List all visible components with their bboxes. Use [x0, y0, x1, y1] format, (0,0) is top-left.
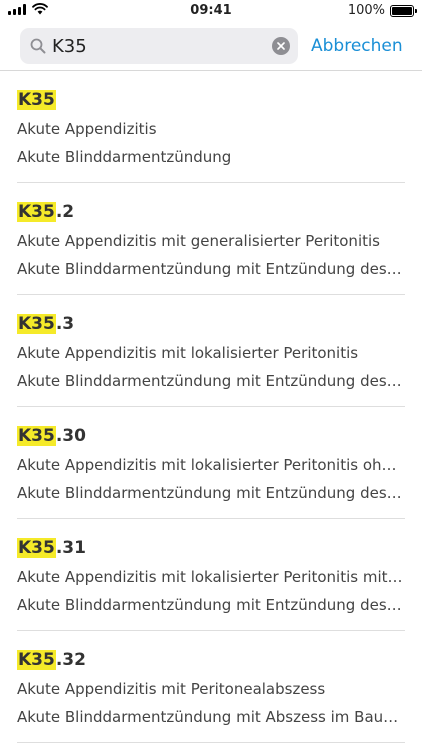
code-suffix: .3	[55, 314, 75, 334]
list-item[interactable]: K35 Akute Appendizitis Akute Blinddarmen…	[17, 71, 405, 183]
close-icon	[277, 42, 285, 50]
code-highlight: K35	[17, 202, 56, 222]
code-suffix: .32	[55, 650, 86, 670]
result-code: K35	[17, 89, 405, 111]
result-subtitle: Akute Blinddarmentzündung mit Entzündung…	[17, 596, 405, 614]
result-title: Akute Appendizitis mit lokalisierter Per…	[17, 456, 405, 474]
result-code: K35.30	[17, 425, 405, 447]
result-subtitle: Akute Blinddarmentzündung	[17, 148, 232, 166]
search-bar: Abbrechen	[0, 22, 422, 70]
code-suffix: .31	[55, 538, 86, 558]
code-highlight: K35	[17, 314, 56, 334]
status-right: 100%	[347, 3, 417, 18]
code-highlight: K35	[17, 90, 56, 110]
search-field[interactable]	[20, 28, 298, 64]
code-highlight: K35	[17, 426, 56, 446]
code-highlight: K35	[17, 538, 56, 558]
result-title: Akute Appendizitis mit generalisierter P…	[17, 232, 380, 250]
results-list: K35 Akute Appendizitis Akute Blinddarmen…	[0, 71, 422, 743]
result-subtitle: Akute Blinddarmentzündung mit Abszess im…	[17, 708, 405, 726]
result-code: K35.2	[17, 201, 405, 223]
list-item[interactable]: K35.30 Akute Appendizitis mit lokalisier…	[17, 407, 405, 519]
result-title: Akute Appendizitis	[17, 120, 157, 138]
result-code: K35.31	[17, 537, 405, 559]
code-suffix: .2	[55, 202, 75, 222]
code-suffix: .30	[55, 426, 86, 446]
result-title: Akute Appendizitis mit lokalisierter Per…	[17, 344, 359, 362]
code-highlight: K35	[17, 650, 56, 670]
list-item[interactable]: K35.2 Akute Appendizitis mit generalisie…	[17, 183, 405, 295]
result-code: K35.32	[17, 649, 405, 671]
result-title: Akute Appendizitis mit lokalisierter Per…	[17, 568, 405, 586]
list-item[interactable]: K35.31 Akute Appendizitis mit lokalisier…	[17, 519, 405, 631]
list-item[interactable]: K35.32 Akute Appendizitis mit Peritoneal…	[17, 631, 405, 743]
status-bar: 09:41 100%	[0, 0, 422, 22]
clear-search-button[interactable]	[272, 37, 290, 55]
search-icon	[28, 36, 48, 56]
battery-percent: 100%	[347, 3, 385, 18]
result-subtitle: Akute Blinddarmentzündung mit Entzündung…	[17, 372, 405, 390]
result-title: Akute Appendizitis mit Peritonealabszess	[17, 680, 326, 698]
search-input[interactable]	[52, 35, 272, 57]
result-subtitle: Akute Blinddarmentzündung mit Entzündung…	[17, 260, 405, 278]
result-subtitle: Akute Blinddarmentzündung mit Entzündung…	[17, 484, 405, 502]
battery-level	[392, 6, 412, 15]
battery-icon	[390, 4, 417, 17]
result-code: K35.3	[17, 313, 405, 335]
cancel-button[interactable]: Abbrechen	[311, 36, 403, 56]
list-item[interactable]: K35.3 Akute Appendizitis mit lokalisiert…	[17, 295, 405, 407]
